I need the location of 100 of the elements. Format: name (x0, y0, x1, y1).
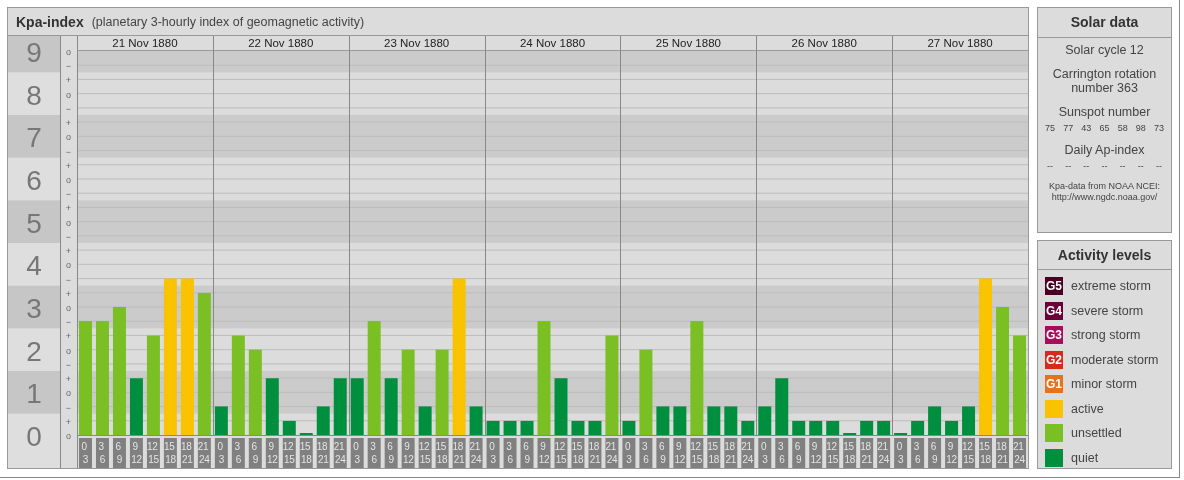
hour-label: 6 9 (656, 438, 670, 468)
hour-label: 3 6 (96, 438, 109, 468)
sunspot-value: 98 (1135, 123, 1146, 133)
hour-label: 9 12 (401, 438, 415, 468)
level-label: unsettled (1071, 426, 1122, 440)
source-note: Kpa-data from NOAA NCEI: (1047, 181, 1161, 192)
level-badge: G1 (1045, 375, 1063, 393)
axis-row-stripe (8, 371, 60, 414)
ap-value: -- (1065, 161, 1072, 171)
scale-mark: + (65, 246, 72, 257)
hour-label: 15 18 (843, 438, 857, 468)
scale-mark: + (65, 416, 72, 427)
hour-label: 0 3 (622, 438, 636, 468)
scale-mark: − (65, 189, 72, 200)
scale-mark: − (65, 146, 72, 157)
chart-title: Kpa-index (16, 13, 84, 30)
ap-value: -- (1083, 161, 1090, 171)
hour-label: 0 3 (214, 438, 228, 468)
hour-label: 15 18 (163, 438, 177, 468)
scale-mark: − (65, 274, 72, 285)
scale-mark: + (65, 75, 72, 86)
sunspot-value: 43 (1081, 123, 1092, 133)
hour-label: 21 24 (197, 438, 211, 468)
y-axis-label: 0 (26, 421, 42, 452)
scale-mark: o (66, 260, 71, 271)
scale-mark: o (66, 132, 71, 143)
ap-value: -- (1137, 161, 1144, 171)
axis-row-stripe (8, 36, 60, 73)
hour-label: 18 21 (452, 438, 466, 468)
x-tick-label: 6 9 (930, 441, 938, 465)
hour-label: 6 9 (792, 438, 806, 468)
y-axis-label: 6 (26, 165, 42, 196)
hour-label: 3 6 (775, 438, 789, 468)
hour-label: 15 18 (571, 438, 585, 468)
level-label: strong storm (1071, 328, 1141, 342)
axis-row-stripe (8, 200, 60, 243)
y-axis-label: 1 (26, 378, 42, 410)
hour-label: 12 15 (962, 438, 976, 468)
axis-row-stripe (8, 115, 60, 158)
hour-label: 0 3 (894, 438, 908, 468)
date-label: 27 Nov 1880 (927, 37, 993, 49)
sunspot-value: 58 (1117, 123, 1128, 133)
hour-label: 12 15 (690, 438, 704, 468)
level-label: minor storm (1071, 377, 1137, 391)
x-tick-label: 0 3 (896, 441, 904, 465)
scale-mark: − (65, 359, 72, 370)
hour-label: 21 24 (605, 438, 619, 468)
date-label: 25 Nov 1880 (655, 37, 721, 49)
hour-label: 6 9 (520, 438, 534, 468)
hour-label: 21 24 (1013, 438, 1026, 468)
hour-label: 12 15 (282, 438, 296, 468)
hour-label: 15 18 (299, 438, 313, 468)
hour-label: 3 6 (367, 438, 381, 468)
hour-label: 18 21 (180, 438, 194, 468)
hour-label: 9 12 (129, 438, 143, 468)
hour-label: 3 6 (639, 438, 653, 468)
sunspot-value: 65 (1099, 123, 1110, 133)
scale-mark: o (66, 89, 71, 100)
x-tick-label: 3 6 (913, 441, 921, 465)
hour-label: 18 21 (860, 438, 874, 468)
y-axis-label: 9 (26, 36, 42, 68)
hour-label: 18 21 (588, 438, 602, 468)
scale-mark: + (65, 288, 72, 299)
hour-label: 9 12 (673, 438, 687, 468)
hour-label: 6 9 (384, 438, 398, 468)
hour-label: 6 9 (112, 438, 126, 468)
hour-label: 15 18 (979, 438, 993, 468)
axis-row-stripe (8, 285, 60, 329)
y-axis-label: 8 (26, 79, 42, 111)
y-axis-label: 5 (26, 207, 42, 239)
level-badge: G3 (1045, 326, 1063, 344)
hour-label: 21 24 (333, 438, 347, 468)
hour-label: 0 3 (79, 438, 92, 468)
hour-label: 3 6 (231, 438, 245, 468)
y-axis-label: 3 (26, 293, 42, 324)
hour-label: 12 15 (826, 438, 840, 468)
hour-label: 3 6 (503, 438, 517, 468)
scale-mark: + (65, 374, 72, 385)
sunspot-value: 73 (1153, 123, 1164, 133)
scale-mark: o (66, 388, 71, 399)
scale-mark: − (65, 103, 72, 114)
scale-mark: + (65, 118, 72, 129)
date-label: 22 Nov 1880 (248, 37, 314, 49)
scale-mark: o (66, 431, 71, 441)
sunspot-heading: Sunspot number (1057, 105, 1152, 119)
hour-label: 21 24 (877, 438, 891, 468)
hour-label: 12 15 (146, 438, 160, 468)
level-label: severe storm (1071, 303, 1144, 318)
scale-mark: + (65, 331, 72, 342)
scale-mark: − (65, 61, 72, 72)
y-axis-label: 2 (26, 335, 42, 367)
ap-value: -- (1155, 161, 1162, 171)
hour-label: 9 12 (537, 438, 551, 468)
y-axis-label: 4 (26, 250, 42, 282)
level-badge: G2 (1045, 350, 1063, 369)
sunspot-value: 75 (1045, 123, 1056, 133)
scale-mark: o (66, 345, 71, 356)
ap-heading: Daily Ap-index (1063, 143, 1146, 157)
hour-label: 12 15 (418, 438, 432, 468)
hour-label: 0 3 (486, 438, 500, 468)
